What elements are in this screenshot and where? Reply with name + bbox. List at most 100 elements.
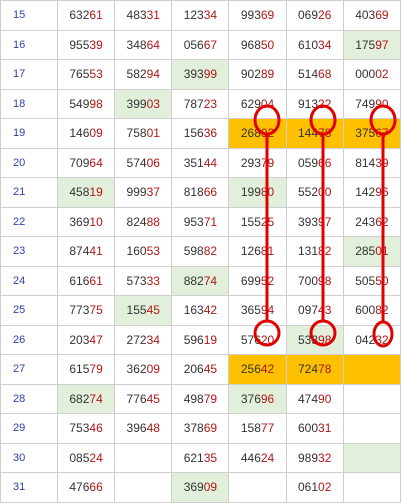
result-cell: 77375	[56, 295, 116, 326]
result-last-two-digits: 74	[203, 273, 218, 288]
result-cell: 57333	[114, 265, 173, 296]
result-leading-digits: 446	[240, 450, 261, 465]
result-leading-digits: 600	[298, 421, 319, 436]
result-last-two-digits: 33	[146, 273, 160, 288]
result-leading-digits: 955	[69, 37, 90, 52]
result-cell	[342, 383, 402, 414]
result-leading-digits: 059	[298, 155, 319, 170]
result-last-two-digits: 96	[260, 391, 275, 406]
result-leading-digits: 514	[298, 67, 319, 82]
result-leading-digits: 787	[183, 96, 204, 111]
result-cell: 68274	[56, 383, 116, 414]
table-row: 28 68274 77645 49879 37696 47490	[0, 383, 402, 414]
result-cell: 16053	[114, 236, 173, 267]
result-leading-digits: 393	[183, 67, 204, 82]
table-row: 17 76553 58294 39399 90289 51468 00002	[0, 59, 402, 90]
result-cell: 12681	[228, 236, 287, 267]
result-cell: 75346	[56, 413, 116, 444]
result-last-two-digits: 88	[146, 214, 160, 229]
result-last-two-digits: 98	[89, 96, 103, 111]
day-number: 20	[0, 147, 58, 178]
result-last-two-digits: 66	[89, 480, 103, 495]
result-cell: 70098	[285, 265, 344, 296]
result-leading-digits: 199	[240, 185, 261, 200]
result-leading-digits: 882	[183, 273, 204, 288]
result-leading-digits: 682	[69, 391, 90, 406]
result-leading-digits: 362	[126, 362, 147, 377]
result-cell: 57620	[228, 324, 287, 355]
result-last-two-digits: 50	[260, 37, 275, 52]
result-cell	[342, 413, 402, 444]
day-number: 24	[0, 265, 58, 296]
result-leading-digits: 142	[355, 185, 376, 200]
result-leading-digits: 989	[298, 450, 319, 465]
result-last-two-digits: 37	[146, 185, 160, 200]
result-cell: 20645	[171, 354, 230, 385]
result-cell: 08524	[56, 442, 116, 473]
table-row: 31 47666 36909 06102	[0, 472, 402, 503]
result-last-two-digits: 81	[260, 244, 275, 259]
result-cell: 60031	[285, 413, 344, 444]
result-last-two-digits: 52	[260, 273, 275, 288]
result-cell: 63261	[56, 0, 116, 31]
results-table: 15 63261 48331 12334 99369 06926 40369 16 95539 3…	[0, 0, 402, 503]
result-last-two-digits: 80	[260, 185, 275, 200]
result-last-two-digits: 89	[260, 67, 275, 82]
result-cell: 62135	[171, 442, 230, 473]
result-leading-digits: 824	[126, 214, 147, 229]
result-leading-digits: 999	[126, 185, 147, 200]
result-leading-digits: 474	[298, 391, 319, 406]
result-cell: 04232	[342, 324, 402, 355]
result-leading-digits: 458	[69, 185, 90, 200]
result-last-two-digits: 69	[260, 8, 275, 23]
result-last-two-digits: 26	[318, 8, 332, 23]
result-cell: 47490	[285, 383, 344, 414]
result-cell: 39399	[171, 59, 230, 90]
result-leading-digits: 399	[126, 96, 147, 111]
result-last-two-digits: 67	[375, 126, 389, 141]
result-cell: 25642	[228, 354, 287, 385]
result-leading-digits: 902	[240, 67, 261, 82]
result-last-two-digits: 04	[260, 96, 275, 111]
result-cell: 99937	[114, 177, 173, 208]
result-leading-digits: 243	[355, 214, 376, 229]
result-cell: 51468	[285, 59, 344, 90]
result-cell	[114, 472, 173, 503]
result-cell: 72478	[285, 354, 344, 385]
result-cell: 37567	[342, 118, 402, 149]
result-cell: 13182	[285, 236, 344, 267]
result-cell: 00002	[342, 59, 402, 90]
result-last-two-digits: 78	[318, 126, 332, 141]
result-leading-digits: 621	[183, 450, 204, 465]
result-cell: 27234	[114, 324, 173, 355]
day-number: 17	[0, 59, 58, 90]
result-cell: 15545	[114, 295, 173, 326]
result-cell: 55200	[285, 177, 344, 208]
result-last-two-digits: 96	[375, 185, 389, 200]
result-last-two-digits: 01	[375, 244, 389, 259]
result-last-two-digits: 53	[89, 67, 103, 82]
result-leading-digits: 600	[355, 303, 376, 318]
result-cell: 61579	[56, 354, 116, 385]
result-cell: 61661	[56, 265, 116, 296]
result-last-two-digits: 66	[318, 155, 332, 170]
result-leading-digits: 206	[183, 362, 204, 377]
result-last-two-digits: 25	[260, 214, 275, 229]
result-cell: 39903	[114, 88, 173, 119]
result-leading-digits: 285	[355, 244, 376, 259]
result-leading-digits: 968	[240, 37, 261, 52]
result-cell: 78723	[171, 88, 230, 119]
result-last-two-digits: 01	[146, 126, 160, 141]
result-leading-digits: 758	[126, 126, 147, 141]
result-last-two-digits: 78	[318, 362, 332, 377]
result-leading-digits: 085	[69, 450, 90, 465]
result-last-two-digits: 69	[375, 8, 389, 23]
result-cell: 09743	[285, 295, 344, 326]
result-last-two-digits: 79	[260, 155, 275, 170]
result-last-two-digits: 09	[146, 362, 160, 377]
result-cell: 95539	[56, 29, 116, 60]
result-last-two-digits: 82	[318, 244, 332, 259]
result-leading-digits: 533	[298, 332, 319, 347]
table-row: 18 54998 39903 78723 62904 91322 74990	[0, 88, 402, 119]
result-last-two-digits: 45	[146, 391, 160, 406]
